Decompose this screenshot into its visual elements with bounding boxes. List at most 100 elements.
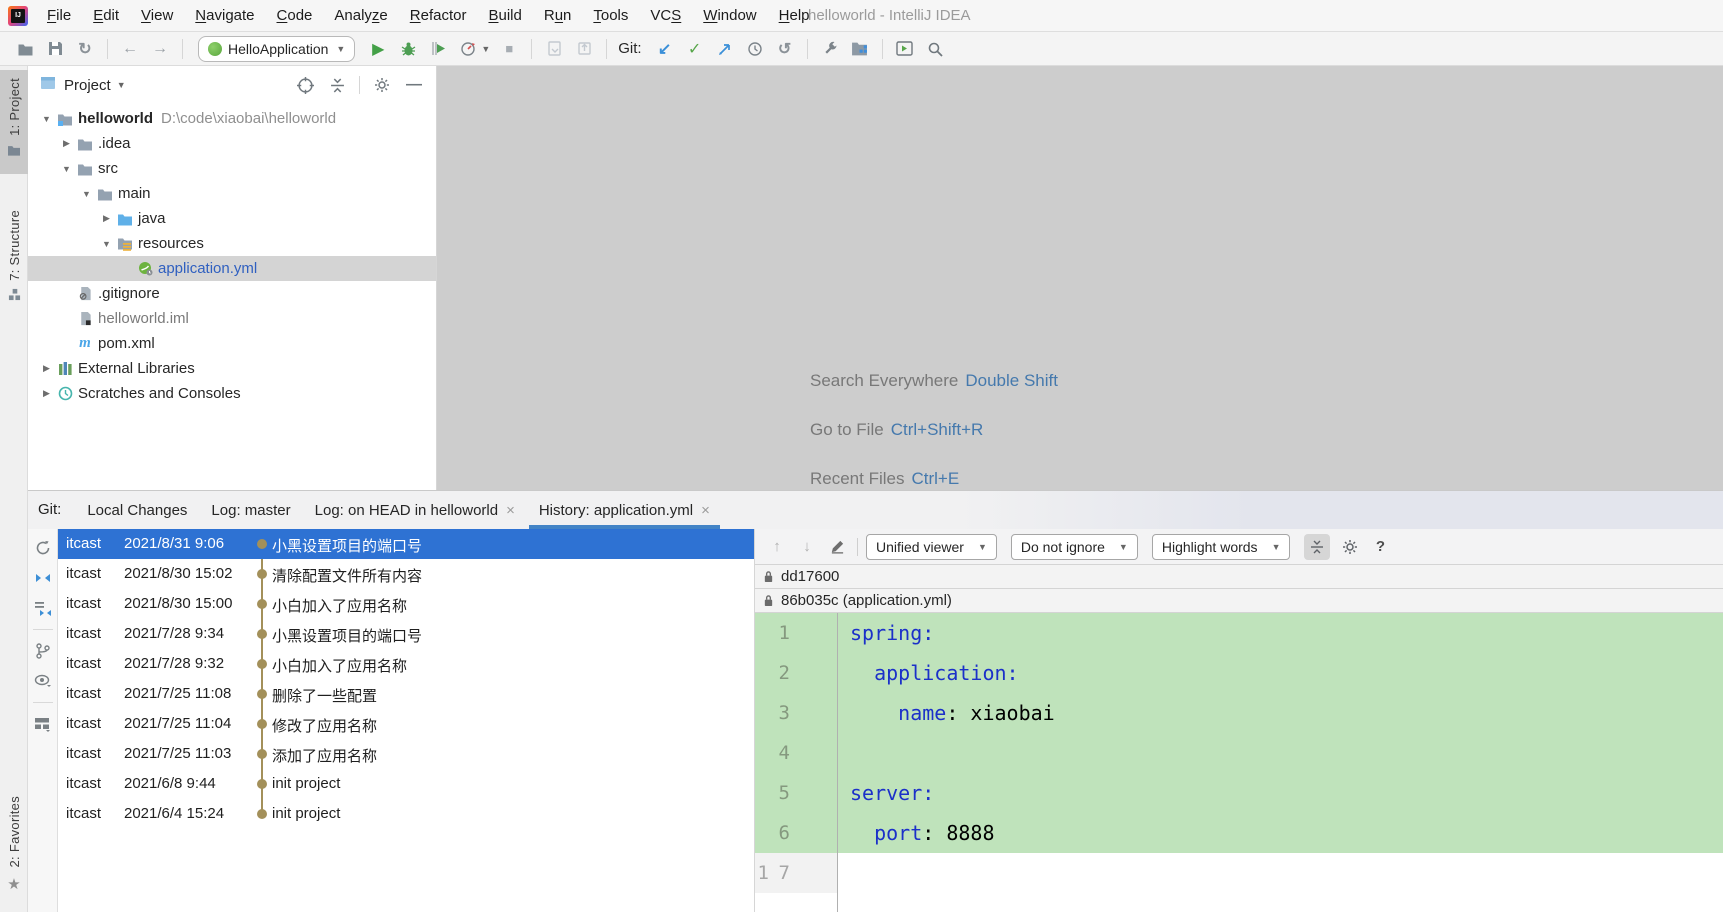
stripe-structure-button[interactable]: 7: Structure [0, 202, 28, 318]
gear-icon[interactable] [372, 75, 392, 95]
highlight-mode-select[interactable]: Highlight words ▼ [1151, 533, 1291, 560]
tab-local-changes[interactable]: Local Changes [75, 491, 199, 529]
debug-icon[interactable] [397, 38, 419, 60]
stripe-project-button[interactable]: 1: Project [0, 70, 28, 174]
menu-item-window[interactable]: Window [692, 0, 767, 32]
yaml-text [850, 661, 874, 685]
chevron-down-icon[interactable]: ▼ [38, 114, 55, 124]
tree-item-resources[interactable]: ▼ resources [28, 231, 436, 256]
run-icon[interactable]: ▶ [367, 38, 389, 60]
collapse-unchanged-icon[interactable] [1304, 533, 1331, 560]
menu-item-vcs[interactable]: VCS [639, 0, 692, 32]
chevron-right-icon[interactable]: ▶ [98, 213, 115, 224]
update-project-icon[interactable]: ↙ [654, 38, 676, 60]
commit-row[interactable]: itcast 2021/8/30 15:02 清除配置文件所有内容 [58, 559, 754, 589]
sync-icon[interactable]: ↻ [74, 38, 96, 60]
commit-row[interactable]: itcast 2021/8/31 9:06 小黑设置项目的端口号 [58, 529, 754, 559]
chevron-down-icon[interactable]: ▼ [78, 189, 95, 199]
filter-history-icon[interactable] [32, 595, 54, 621]
run-configuration-select[interactable]: HelloApplication ▼ [198, 35, 356, 62]
tab-history-application-yml[interactable]: History: application.yml × [527, 491, 722, 529]
branch-icon[interactable] [32, 638, 54, 664]
open-icon[interactable] [14, 38, 36, 60]
menu-item-refactor[interactable]: Refactor [399, 0, 478, 32]
back-icon[interactable]: ← [119, 38, 141, 60]
menu-item-code[interactable]: Code [266, 0, 324, 32]
tree-item-.gitignore[interactable]: .gitignore [28, 281, 436, 306]
menu-item-edit[interactable]: Edit [82, 0, 130, 32]
commit-date: 2021/8/30 15:02 [124, 565, 233, 582]
settings-wrench-icon[interactable] [819, 38, 841, 60]
chevron-down-icon[interactable]: ▼ [117, 80, 126, 90]
commit-icon[interactable]: ✓ [684, 38, 706, 60]
go-to-hash-icon[interactable] [32, 565, 54, 591]
commit-row[interactable]: itcast 2021/7/25 11:04 修改了应用名称 [58, 709, 754, 739]
menu-item-build[interactable]: Build [477, 0, 532, 32]
close-icon[interactable]: × [701, 502, 710, 519]
edit-source-icon[interactable] [825, 535, 849, 559]
project-structure-icon[interactable] [849, 38, 871, 60]
save-icon[interactable] [44, 38, 66, 60]
commit-row[interactable]: itcast 2021/7/25 11:08 删除了一些配置 [58, 679, 754, 709]
commit-row[interactable]: itcast 2021/7/28 9:34 小黑设置项目的端口号 [58, 619, 754, 649]
menu-item-run[interactable]: Run [533, 0, 583, 32]
tree-item-pom.xml[interactable]: m pom.xml [28, 331, 436, 356]
old-line-number [755, 813, 769, 853]
hide-panel-icon[interactable]: — [404, 75, 424, 95]
commit-row[interactable]: itcast 2021/6/8 9:44 init project [58, 769, 754, 799]
commit-history-list: itcast 2021/8/31 9:06 小黑设置项目的端口号 itcast 2021… [58, 529, 755, 912]
close-icon[interactable]: × [506, 502, 515, 519]
chevron-down-icon[interactable]: ▼ [481, 44, 490, 54]
whitespace-ignore-select[interactable]: Do not ignore ▼ [1010, 533, 1138, 560]
eye-filter-icon[interactable] [32, 668, 54, 694]
tree-item-scratches-and-consoles[interactable]: ▶ Scratches and Consoles [28, 381, 436, 406]
tree-item-java[interactable]: ▶ java [28, 206, 436, 231]
commit-row[interactable]: itcast 2021/6/4 15:24 init project [58, 799, 754, 829]
menu-item-tools[interactable]: Tools [582, 0, 639, 32]
rollback-icon[interactable]: ↺ [774, 38, 796, 60]
layout-icon[interactable] [32, 711, 54, 737]
tree-item-label: src [98, 160, 118, 177]
chevron-right-icon[interactable]: ▶ [58, 138, 75, 149]
menu-item-navigate[interactable]: Navigate [184, 0, 265, 32]
run-anything-icon[interactable] [894, 38, 916, 60]
refresh-icon[interactable] [32, 535, 54, 561]
menu-item-file[interactable]: File [36, 0, 82, 32]
tree-item-helloworld.iml[interactable]: helloworld.iml [28, 306, 436, 331]
commit-row[interactable]: itcast 2021/8/30 15:00 小白加入了应用名称 [58, 589, 754, 619]
history-icon[interactable] [744, 38, 766, 60]
chevron-down-icon[interactable]: ▼ [58, 164, 75, 174]
tree-item-application.yml[interactable]: application.yml [28, 256, 436, 281]
forward-icon[interactable]: → [149, 38, 171, 60]
git-push-icon[interactable] [714, 38, 736, 60]
tree-item-src[interactable]: ▼ src [28, 156, 436, 181]
tree-item-label: External Libraries [78, 360, 195, 377]
commit-dot-icon [257, 689, 267, 699]
run-with-coverage-icon[interactable] [427, 38, 449, 60]
menu-item-view[interactable]: View [130, 0, 184, 32]
diff-code-area[interactable]: 1 spring: 2 application: 3 name: xiaobai 4 5 s… [755, 613, 1723, 912]
tree-item-.idea[interactable]: ▶ .idea [28, 131, 436, 156]
tree-item-helloworld[interactable]: ▼ helloworld D:\code\xiaobai\helloworld [28, 106, 436, 131]
project-panel-title[interactable]: Project [64, 77, 111, 94]
tree-item-main[interactable]: ▼ main [28, 181, 436, 206]
chevron-right-icon[interactable]: ▶ [38, 363, 55, 374]
menu-item-analyze[interactable]: Analyze [323, 0, 398, 32]
search-icon[interactable] [924, 38, 946, 60]
diff-settings-gear-icon[interactable] [1338, 535, 1362, 559]
tree-item-label: helloworld [78, 110, 153, 127]
profiler-icon[interactable] [457, 38, 479, 60]
tab-log-on-head-in-helloworld[interactable]: Log: on HEAD in helloworld × [303, 491, 527, 529]
tree-item-external-libraries[interactable]: ▶ External Libraries [28, 356, 436, 381]
collapse-all-icon[interactable] [327, 75, 347, 95]
commit-author: itcast [66, 625, 102, 642]
commit-row[interactable]: itcast 2021/7/25 11:03 添加了应用名称 [58, 739, 754, 769]
stripe-favorites-button[interactable]: 2: Favorites ★ [0, 788, 28, 906]
viewer-mode-select[interactable]: Unified viewer ▼ [866, 533, 997, 560]
commit-row[interactable]: itcast 2021/7/28 9:32 小白加入了应用名称 [58, 649, 754, 679]
chevron-right-icon[interactable]: ▶ [38, 388, 55, 399]
chevron-down-icon[interactable]: ▼ [98, 239, 115, 249]
help-icon[interactable]: ? [1368, 535, 1392, 559]
tab-log-master[interactable]: Log: master [199, 491, 302, 529]
locate-file-icon[interactable] [295, 75, 315, 95]
